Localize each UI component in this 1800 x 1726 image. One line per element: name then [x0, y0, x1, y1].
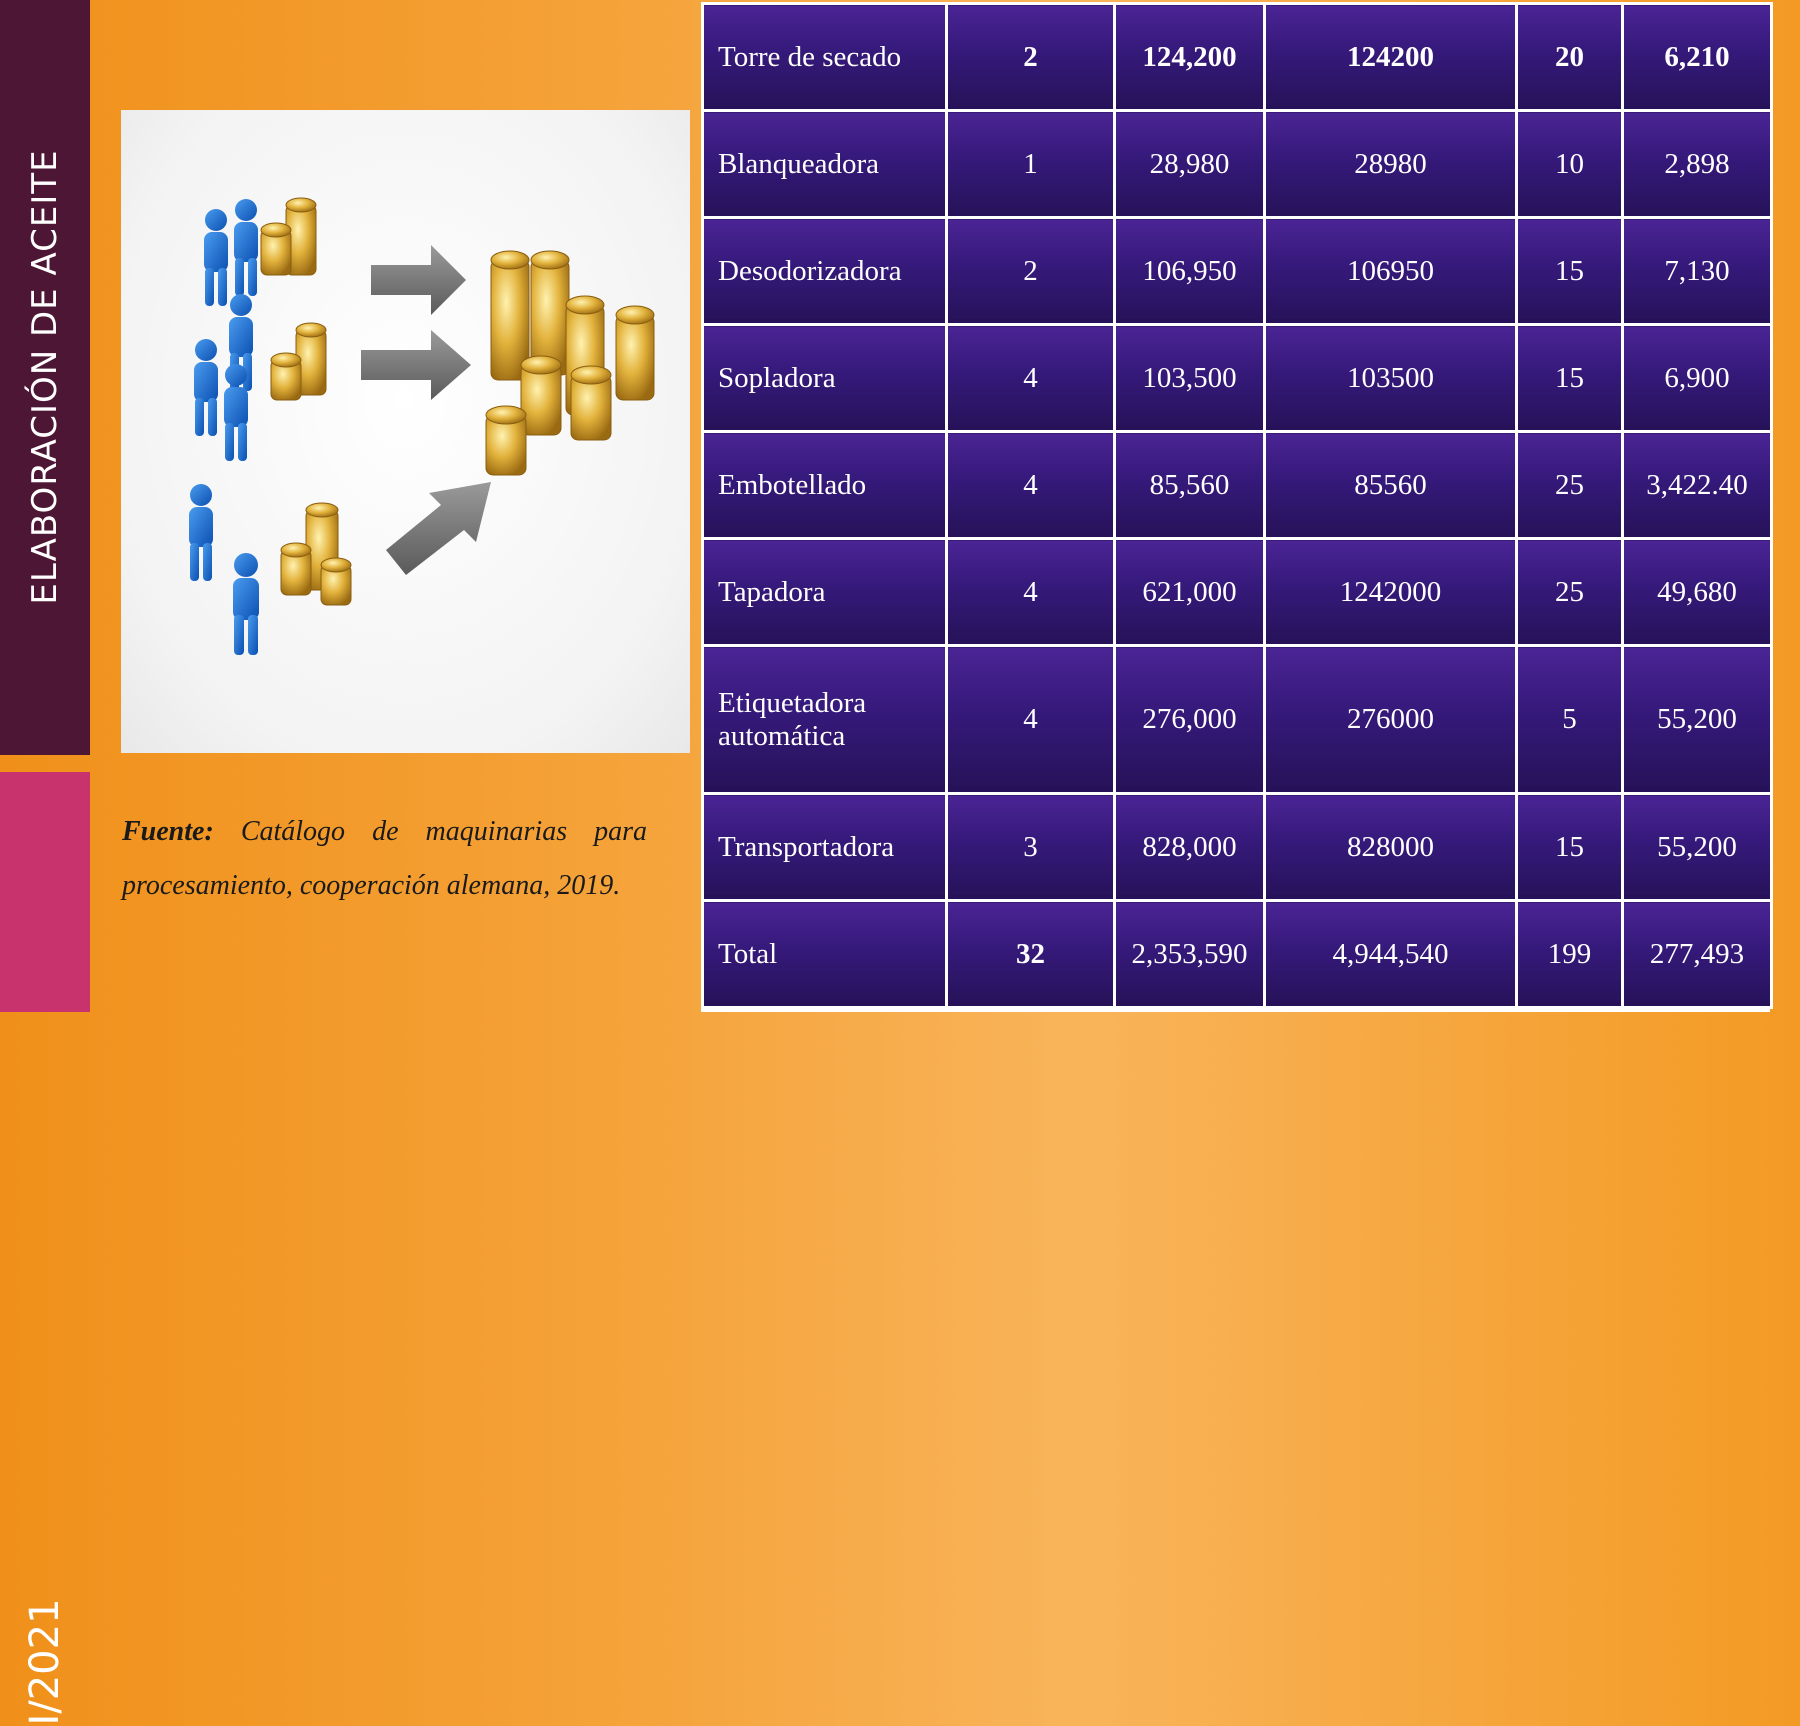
- table-cell: 55,200: [1621, 644, 1773, 795]
- table-cell: 3: [945, 792, 1116, 902]
- table-cell: 124,200: [1113, 2, 1266, 112]
- table-cell: 15: [1515, 216, 1624, 326]
- machine-name-cell: Torre de secado: [701, 2, 948, 112]
- table-cell: 4: [945, 644, 1116, 795]
- table-row: Torre de secado 2 124,200 124200 20 6,210: [701, 2, 1773, 112]
- table-cell: 28980: [1263, 109, 1518, 219]
- table-cell: 20: [1515, 2, 1624, 112]
- table-cell: 2,898: [1621, 109, 1773, 219]
- table-cell: 4: [945, 430, 1116, 540]
- table-cell: 828,000: [1113, 792, 1266, 902]
- table-cell: 106950: [1263, 216, 1518, 326]
- table-cell: 6,210: [1621, 2, 1773, 112]
- table-cell: 3,422.40: [1621, 430, 1773, 540]
- table-cell: 621,000: [1113, 537, 1266, 647]
- table-cell: 1: [945, 109, 1116, 219]
- people-money-illustration: [121, 110, 690, 753]
- table-row: Total 32 2,353,590 4,944,540 199 277,493: [701, 899, 1773, 1009]
- table-row: Etiquetadora automática 4 276,000 276000 5 55…: [701, 644, 1773, 795]
- table-cell: 277,493: [1621, 899, 1773, 1009]
- table-cell: 103500: [1263, 323, 1518, 433]
- table-cell: 124200: [1263, 2, 1518, 112]
- table-row: Tapadora 4 621,000 1242000 25 49,680: [701, 537, 1773, 647]
- table-cell: 4: [945, 323, 1116, 433]
- table-row: Transportadora 3 828,000 828000 15 55,200: [701, 792, 1773, 902]
- machine-name-cell: Desodorizadora: [701, 216, 948, 326]
- table-cell: 85560: [1263, 430, 1518, 540]
- machine-name-cell: Tapadora: [701, 537, 948, 647]
- table-row: Blanqueadora 1 28,980 28980 10 2,898: [701, 109, 1773, 219]
- table-cell: 15: [1515, 323, 1624, 433]
- table-row: Embotellado 4 85,560 85560 25 3,422.40: [701, 430, 1773, 540]
- table-cell: 4,944,540: [1263, 899, 1518, 1009]
- machine-name-cell: Blanqueadora: [701, 109, 948, 219]
- machine-name-cell: Transportadora: [701, 792, 948, 902]
- source-citation: Fuente: Catálogo de maquinarias para pro…: [122, 805, 647, 913]
- table-cell: 103,500: [1113, 323, 1266, 433]
- machinery-table-container: Torre de secado 2 124,200 124200 20 6,210 Blan…: [701, 2, 1773, 1012]
- table-cell: 49,680: [1621, 537, 1773, 647]
- table-cell: 28,980: [1113, 109, 1266, 219]
- machine-name-cell: Etiquetadora automática: [701, 644, 948, 795]
- machinery-cost-table: Torre de secado 2 124,200 124200 20 6,210 Blan…: [701, 2, 1773, 1009]
- table-cell: 106,950: [1113, 216, 1266, 326]
- machine-name-cell: Sopladora: [701, 323, 948, 433]
- source-label: Fuente:: [122, 816, 214, 847]
- table-row: Desodorizadora 2 106,950 106950 15 7,130: [701, 216, 1773, 326]
- period-label: I/2021: [22, 1598, 68, 1726]
- table-row: Sopladora 4 103,500 103500 15 6,900: [701, 323, 1773, 433]
- table-cell: 276,000: [1113, 644, 1266, 795]
- table-cell: 5: [1515, 644, 1624, 795]
- table-cell: 2: [945, 2, 1116, 112]
- machine-name-cell: Embotellado: [701, 430, 948, 540]
- table-cell: 55,200: [1621, 792, 1773, 902]
- table-cell: 199: [1515, 899, 1624, 1009]
- table-cell: 25: [1515, 430, 1624, 540]
- table-cell: 828000: [1263, 792, 1518, 902]
- table-cell: 25: [1515, 537, 1624, 647]
- table-cell: 7,130: [1621, 216, 1773, 326]
- sidebar-title-panel: ELABORACIÓN DE ACEITE: [0, 0, 90, 755]
- table-cell: 276000: [1263, 644, 1518, 795]
- machine-name-cell: Total: [701, 899, 948, 1009]
- people-money-growth-icon: [189, 197, 655, 655]
- table-cell: 4: [945, 537, 1116, 647]
- table-cell: 2,353,590: [1113, 899, 1266, 1009]
- table-cell: 10: [1515, 109, 1624, 219]
- table-cell: 6,900: [1621, 323, 1773, 433]
- table-cell: 2: [945, 216, 1116, 326]
- table-cell: 1242000: [1263, 537, 1518, 647]
- sidebar-period-panel: I/2021: [0, 772, 90, 1726]
- table-cell: 15: [1515, 792, 1624, 902]
- table-cell: 32: [945, 899, 1116, 1009]
- table-cell: 85,560: [1113, 430, 1266, 540]
- section-title: ELABORACIÓN DE ACEITE: [25, 149, 65, 605]
